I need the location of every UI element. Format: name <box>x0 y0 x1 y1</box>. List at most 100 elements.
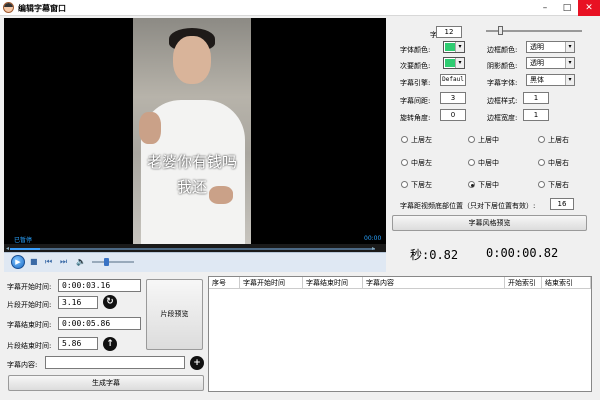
clip-end-label: 片段结束时间: <box>7 342 52 350</box>
arrow-up-icon[interactable]: ↑ <box>103 337 117 351</box>
subtitle-content-input[interactable] <box>45 356 185 369</box>
title-bar: 编辑字幕窗口 – □ ✕ <box>0 0 600 16</box>
player-status: 已暂停 <box>14 237 33 244</box>
radio-top-right[interactable] <box>538 136 545 143</box>
volume-icon[interactable]: 🔈 <box>76 257 86 266</box>
shadow-color-select[interactable]: 透明 ▾ <box>526 57 575 69</box>
volume-slider-knob[interactable] <box>104 258 109 266</box>
table-header: 序号 字幕开始时间 字幕结束时间 字幕内容 开始索引 结束索引 <box>209 277 591 289</box>
border-color-label: 边框颜色: <box>487 46 518 54</box>
secondary-color-swatch <box>445 59 455 67</box>
font-color-label: 字体颜色: <box>400 46 431 54</box>
radio-mid-left-label: 中居左 <box>411 159 432 167</box>
chevron-down-icon: ▾ <box>455 58 464 68</box>
play-button[interactable]: ▶ <box>11 255 25 269</box>
radio-bottom-right-label: 下居右 <box>548 181 569 189</box>
border-color-select[interactable]: 透明 ▾ <box>526 41 575 53</box>
window-title: 编辑字幕窗口 <box>18 4 66 13</box>
volume-slider[interactable] <box>92 261 134 263</box>
column-header-start-index[interactable]: 开始索引 <box>505 277 542 289</box>
subtitle-spacing-label: 字幕间距: <box>400 97 431 105</box>
stop-icon[interactable]: ■ <box>30 257 38 266</box>
chevron-down-icon: ▾ <box>565 75 574 85</box>
radio-top-left[interactable] <box>401 136 408 143</box>
previous-icon[interactable]: ⏮ <box>45 257 52 267</box>
column-header-end-time[interactable]: 字幕结束时间 <box>303 277 363 289</box>
radio-mid-center-label: 中居中 <box>478 159 499 167</box>
start-time-input[interactable]: 0:00:03.16 <box>58 279 141 292</box>
radio-top-right-label: 上居右 <box>548 136 569 144</box>
radio-bottom-left-label: 下居左 <box>411 181 432 189</box>
app-icon <box>3 2 14 13</box>
subtitle-line-2: 我还 <box>176 178 207 196</box>
radio-top-center-label: 上居中 <box>478 136 499 144</box>
chevron-down-icon: ▾ <box>565 58 574 68</box>
seek-bar-progress <box>10 248 40 250</box>
next-icon[interactable]: ⏭ <box>60 257 67 267</box>
radio-bottom-left[interactable] <box>401 181 408 188</box>
radio-bottom-center-label: 下居中 <box>478 181 499 189</box>
radio-top-center[interactable] <box>468 136 475 143</box>
bottom-offset-label: 字幕距视频底部位置（只对下居位置有效）: <box>400 202 536 210</box>
border-width-label: 边框宽度: <box>487 114 518 122</box>
clip-start-label: 片段开始时间: <box>7 301 52 309</box>
chevron-down-icon: ▾ <box>455 42 464 52</box>
border-width-input[interactable]: 1 <box>523 109 549 121</box>
subtitle-line-1: 老婆你有钱吗 <box>146 153 237 171</box>
refresh-icon[interactable]: ↻ <box>103 295 117 309</box>
maximize-button[interactable]: □ <box>556 0 578 16</box>
secondary-color-label: 次要颜色: <box>400 62 431 70</box>
column-header-content[interactable]: 字幕内容 <box>363 277 505 289</box>
secondary-color-picker[interactable]: ▾ <box>443 57 465 69</box>
close-button[interactable]: ✕ <box>578 0 600 16</box>
add-icon[interactable]: + <box>190 356 204 370</box>
column-header-end-index[interactable]: 结束索引 <box>542 277 591 289</box>
subtitle-font-select[interactable]: 黑体 ▾ <box>526 74 575 86</box>
column-header-index[interactable]: 序号 <box>209 277 240 289</box>
seek-right-arrow-icon: ▸ <box>372 245 376 252</box>
seek-bar[interactable] <box>10 248 375 250</box>
font-size-slider-knob[interactable] <box>497 26 503 35</box>
generate-subtitle-button[interactable]: 生成字幕 <box>8 375 204 391</box>
subtitle-overlay: 老婆你有钱吗 我还 <box>133 18 251 244</box>
radio-mid-right-label: 中居右 <box>548 159 569 167</box>
subtitle-style-preview-button[interactable]: 字幕风格预览 <box>392 215 587 231</box>
seek-left-arrow-icon: ◂ <box>6 245 10 252</box>
radio-top-left-label: 上居左 <box>411 136 432 144</box>
font-color-swatch <box>445 43 455 51</box>
rotation-label: 旋转角度: <box>400 114 431 122</box>
subtitle-font-value: 黑体 <box>530 76 544 84</box>
clip-preview-button[interactable]: 片段预览 <box>146 279 203 350</box>
chevron-down-icon: ▾ <box>565 42 574 52</box>
column-header-start-time[interactable]: 字幕开始时间 <box>240 277 303 289</box>
font-size-input[interactable]: 12 <box>436 26 462 38</box>
border-style-input[interactable]: 1 <box>523 92 549 104</box>
shadow-color-label: 阴影颜色: <box>487 62 518 70</box>
border-style-label: 边框样式: <box>487 97 518 105</box>
radio-bottom-center[interactable] <box>468 181 475 188</box>
end-time-input[interactable]: 0:00:05.86 <box>58 317 141 330</box>
radio-bottom-right[interactable] <box>538 181 545 188</box>
shadow-color-value: 透明 <box>530 59 544 67</box>
start-time-label: 字幕开始时间: <box>7 283 52 291</box>
clip-end-input[interactable]: 5.86 <box>58 337 98 350</box>
minimize-button[interactable]: – <box>534 0 556 16</box>
radio-mid-right[interactable] <box>538 159 545 166</box>
font-color-picker[interactable]: ▾ <box>443 41 465 53</box>
player-time: 00:00 <box>364 235 382 242</box>
radio-mid-center[interactable] <box>468 159 475 166</box>
content-label: 字幕内容: <box>7 361 38 369</box>
seconds-display: 秒:0.82 <box>410 248 459 262</box>
border-color-value: 透明 <box>530 43 544 51</box>
subtitle-engine-label: 字幕引擎: <box>400 79 431 87</box>
subtitle-spacing-input[interactable]: 3 <box>440 92 466 104</box>
clip-start-input[interactable]: 3.16 <box>58 296 98 309</box>
end-time-label: 字幕结束时间: <box>7 321 52 329</box>
subtitle-table[interactable]: 序号 字幕开始时间 字幕结束时间 字幕内容 开始索引 结束索引 <box>208 276 592 392</box>
subtitle-font-label: 字幕字体: <box>487 79 518 87</box>
timestamp-display: 0:00:00.82 <box>486 246 559 260</box>
rotation-input[interactable]: 0 <box>440 109 466 121</box>
subtitle-engine-input[interactable]: Defaul <box>440 74 466 86</box>
radio-mid-left[interactable] <box>401 159 408 166</box>
bottom-offset-input[interactable]: 16 <box>550 198 574 210</box>
